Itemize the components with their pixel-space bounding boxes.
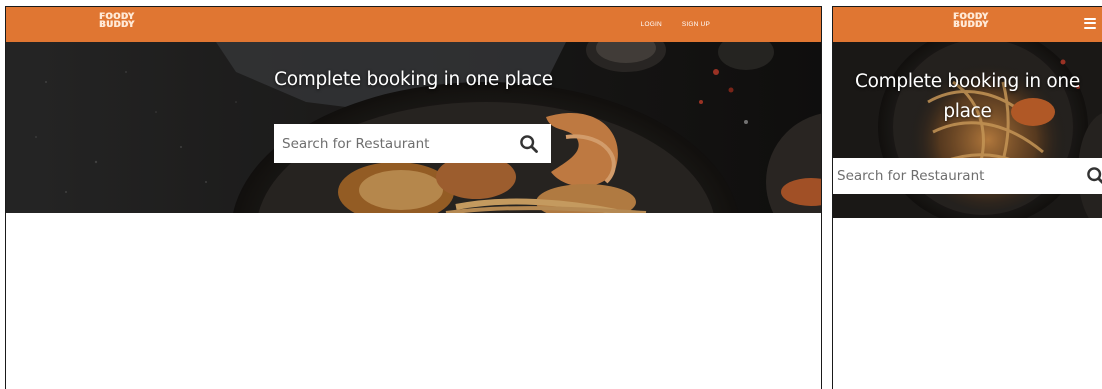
logo-line-2: BUDDY <box>953 20 989 30</box>
login-link[interactable]: LOGIN <box>641 21 662 28</box>
search-input[interactable] <box>282 135 519 152</box>
desktop-view: FOODY BUDDY LOGIN SIGN UP Complete booki… <box>5 6 822 389</box>
search-input-mobile[interactable] <box>837 168 1102 184</box>
hamburger-menu-icon[interactable] <box>1084 18 1096 30</box>
navbar-mobile: FOODY BUDDY <box>833 7 1102 42</box>
hero-title-mobile: Complete booking in one place <box>855 71 1080 122</box>
brand-logo-mobile[interactable]: FOODY BUDDY <box>953 13 989 30</box>
search-icon[interactable] <box>1086 166 1102 186</box>
signup-link[interactable]: SIGN UP <box>682 21 710 28</box>
logo-line-2: BUDDY <box>99 20 135 30</box>
navbar: FOODY BUDDY LOGIN SIGN UP <box>6 7 821 42</box>
hero-banner: Complete booking in one place <box>6 42 821 213</box>
search-icon[interactable] <box>519 134 539 154</box>
hero-banner-mobile: Complete booking in one place <box>833 42 1102 218</box>
nav-links: LOGIN SIGN UP <box>641 7 710 42</box>
search-bar <box>274 124 551 163</box>
search-bar-mobile <box>833 158 1102 194</box>
hero-title: Complete booking in one place <box>274 69 553 90</box>
mobile-view: FOODY BUDDY Complete booking in one plac… <box>832 6 1102 389</box>
brand-logo[interactable]: FOODY BUDDY <box>99 13 135 30</box>
